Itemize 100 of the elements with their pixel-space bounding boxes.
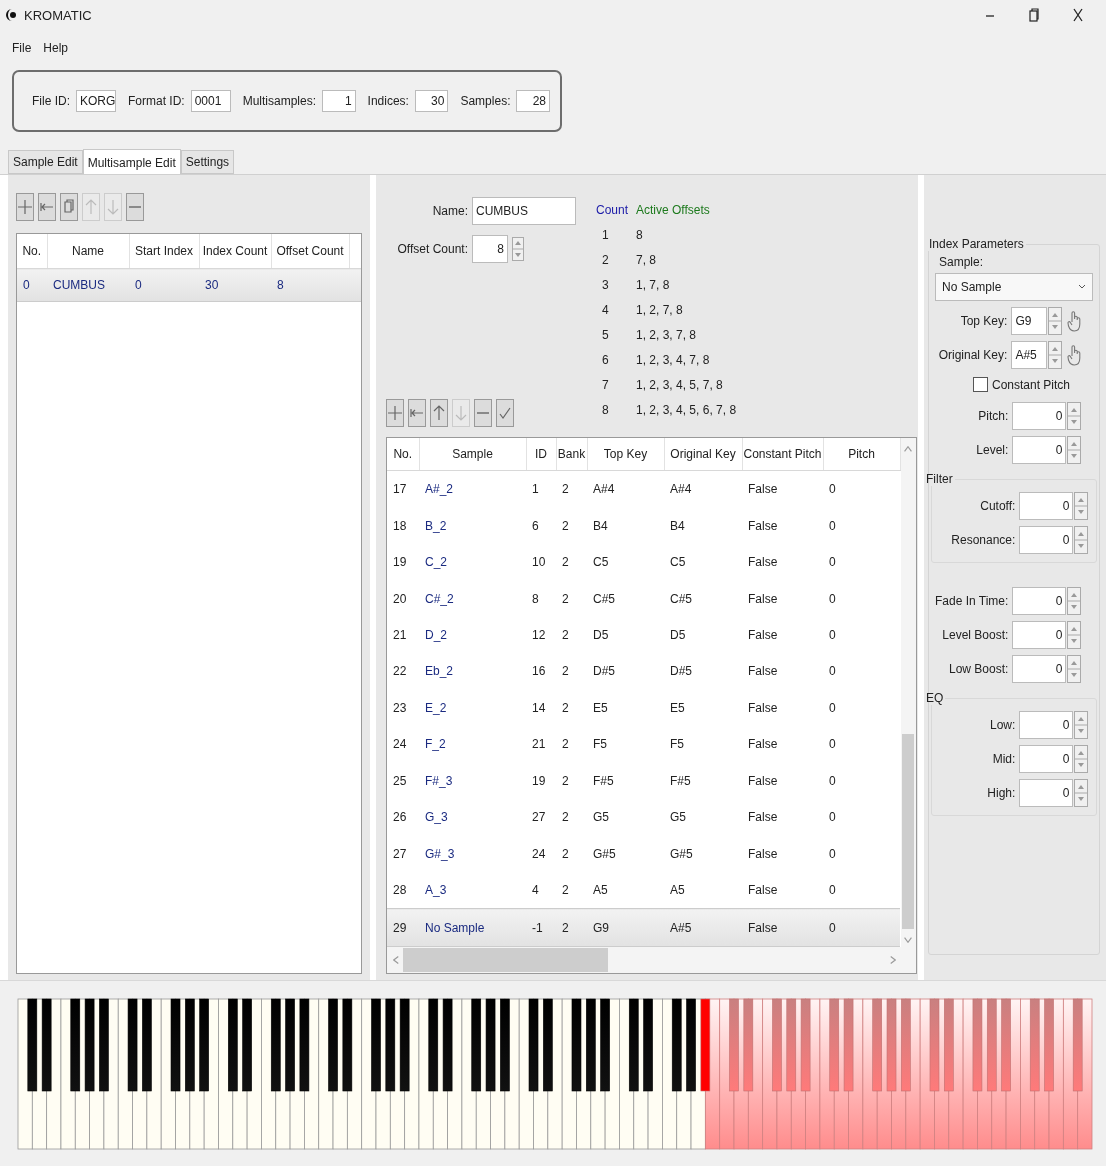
spin-buttons-icon[interactable] [1074, 711, 1089, 739]
column-header[interactable]: Name [47, 234, 129, 269]
table-cell-text: 0 [828, 663, 837, 681]
table-cell-text: 20 [392, 590, 408, 608]
table-row[interactable]: 17 A#_2 1 2 A#4 A#4 False 0 [387, 470, 901, 508]
field-label: Multisamples: [242, 94, 317, 108]
spin-buttons-icon[interactable] [512, 237, 524, 261]
menu-item[interactable]: Help [43, 41, 69, 55]
table-cell-text: 24 [531, 845, 547, 863]
tab[interactable]: Settings [180, 150, 235, 174]
column-header[interactable]: Index Count [199, 234, 271, 269]
spin-buttons-icon[interactable] [1067, 402, 1082, 430]
table-row[interactable]: 25 F#_3 19 2 F#5 F#5 False 0 [387, 762, 901, 799]
remove-button[interactable] [474, 399, 492, 427]
number-field[interactable]: 0 [1019, 711, 1074, 739]
checkbox[interactable] [973, 377, 988, 392]
minus-icon [476, 412, 490, 414]
table-cell: 1 [526, 470, 556, 508]
number-field[interactable]: 0 [1012, 621, 1067, 649]
plus-icon [18, 199, 32, 215]
table-cell-text: C#5 [592, 590, 616, 608]
column-header[interactable]: Sample [419, 438, 526, 471]
column-header[interactable]: Offset Count [271, 234, 349, 269]
table-row[interactable]: 22 Eb_2 16 2 D#5 D#5 False 0 [387, 653, 901, 690]
insert-button[interactable] [408, 399, 426, 427]
table-cell: 0 [17, 268, 47, 302]
spin-buttons-icon[interactable] [1074, 526, 1089, 554]
number-field[interactable]: 0 [1012, 655, 1067, 683]
number-field[interactable]: 0 [1019, 745, 1074, 773]
field-label: Pitch: [978, 409, 1009, 423]
spin-buttons-icon[interactable] [1074, 492, 1089, 520]
field-label: Cutoff: [980, 499, 1016, 513]
column-header[interactable]: Original Key [664, 438, 742, 471]
number-field[interactable]: 0 [1012, 587, 1067, 615]
vertical-scrollbar[interactable] [900, 438, 916, 947]
spin-buttons-icon[interactable] [1067, 655, 1082, 683]
column-header[interactable]: ID [526, 438, 556, 471]
remove-button[interactable] [126, 193, 144, 221]
text-field[interactable]: 30 [414, 90, 449, 112]
scroll-up-icon[interactable] [904, 446, 913, 452]
table-row[interactable]: 26 G_3 27 2 G5 G5 False 0 [387, 799, 901, 836]
text-field[interactable]: KORG [76, 90, 116, 112]
spin-buttons-icon[interactable] [1048, 307, 1063, 335]
text-field[interactable]: 0001 [190, 90, 231, 112]
table-row[interactable]: 27 G#_3 24 2 G#5 G#5 False 0 [387, 835, 901, 872]
spin-buttons-icon[interactable] [1067, 436, 1082, 464]
table-row[interactable]: 20 C#_2 8 2 C#5 C#5 False 0 [387, 580, 901, 617]
column-header[interactable]: No. [387, 438, 419, 471]
table-row[interactable]: 19 C_2 10 2 C5 C5 False 0 [387, 543, 901, 581]
number-field[interactable]: 0 [1019, 492, 1074, 520]
table-row[interactable]: 18 B_2 6 2 B4 B4 False 0 [387, 507, 901, 544]
text-field[interactable]: 28 [516, 90, 550, 112]
add-button[interactable] [386, 399, 404, 427]
text-field[interactable]: 1 [322, 90, 356, 112]
tab[interactable]: Sample Edit [8, 150, 83, 174]
number-field[interactable]: 0 [1019, 526, 1074, 554]
table-row[interactable]: 21 D_2 12 2 D5 D5 False 0 [387, 616, 901, 654]
column-header[interactable]: Top Key [587, 438, 664, 471]
table-row[interactable]: 23 E_2 14 2 E5 E5 False 0 [387, 689, 901, 727]
table-row[interactable]: 29 No Sample -1 2 G9 A#5 False 0 [387, 908, 901, 947]
apply-button[interactable] [496, 399, 514, 427]
name-field[interactable]: CUMBUS [472, 197, 576, 225]
move-up-button[interactable] [430, 399, 448, 427]
sample-dropdown[interactable]: No Sample [935, 273, 1094, 301]
down-arrow-icon [106, 199, 120, 215]
menu-item[interactable]: File [12, 41, 32, 55]
number-field[interactable]: 0 [1012, 436, 1067, 464]
piano-keyboard[interactable] [17, 997, 1093, 1150]
restore-icon[interactable] [1028, 8, 1040, 22]
spin-buttons-icon[interactable] [1067, 621, 1082, 649]
close-icon[interactable] [1072, 8, 1084, 22]
number-field[interactable]: 0 [1019, 779, 1074, 807]
horizontal-scrollbar[interactable] [387, 947, 916, 973]
insert-button[interactable] [38, 193, 56, 221]
tab[interactable]: Multisample Edit [82, 149, 181, 175]
offset-count-field[interactable]: 8 [472, 235, 508, 263]
add-button[interactable] [16, 193, 34, 221]
spin-buttons-icon[interactable] [1074, 779, 1089, 807]
key-field[interactable]: A#5 [1011, 341, 1048, 369]
table-row[interactable]: 24 F_2 21 2 F5 F5 False 0 [387, 726, 901, 763]
table-cell-text: 0 [828, 736, 837, 754]
column-header[interactable]: Constant Pitch [742, 438, 824, 471]
table-cell-text: False [747, 627, 779, 644]
table-cell-text: G#5 [669, 845, 694, 863]
number-field[interactable]: 0 [1012, 402, 1067, 430]
table-row[interactable]: 28 A_3 4 2 A5 A5 False 0 [387, 871, 901, 909]
column-header[interactable]: Bank [556, 438, 587, 471]
table-cell: 17 [387, 470, 419, 508]
scroll-right-icon[interactable] [890, 956, 896, 964]
spin-buttons-icon[interactable] [1067, 587, 1082, 615]
key-field[interactable]: G9 [1011, 307, 1048, 335]
column-header[interactable]: Start Index [129, 234, 199, 269]
spin-buttons-icon[interactable] [1048, 341, 1063, 369]
spin-buttons-icon[interactable] [1074, 745, 1089, 773]
scroll-down-icon[interactable] [904, 937, 913, 943]
column-header[interactable]: Pitch [823, 438, 901, 471]
copy-button[interactable] [60, 193, 78, 221]
column-header[interactable]: No. [17, 234, 47, 269]
table-row[interactable]: 0 CUMBUS 0 30 8 [17, 268, 361, 302]
scroll-left-icon[interactable] [393, 956, 399, 964]
